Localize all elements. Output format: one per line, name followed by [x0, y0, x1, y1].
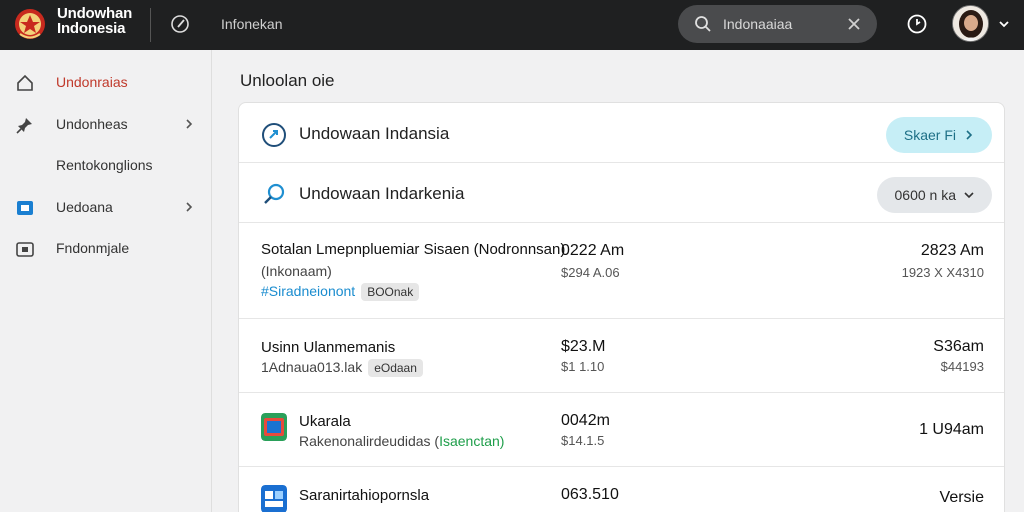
brand-name: Undowhan Indonesia: [57, 6, 132, 36]
section-row[interactable]: Undowaan Indansia Skaer Fi: [239, 103, 1004, 163]
nav-link[interactable]: Infonekan: [221, 16, 283, 32]
chevron-down-icon[interactable]: [998, 18, 1010, 30]
row-name: Ukarala: [299, 413, 351, 430]
sidebar: Undonraias Undonheas Rentokonglions Uedo…: [0, 50, 212, 512]
brand-line-2: Indonesia: [57, 20, 126, 37]
sidebar-item-label: Undonheas: [56, 116, 128, 132]
section-title: Undowaan Indansia: [299, 124, 450, 143]
search-box[interactable]: Indonaaiaa: [678, 5, 877, 43]
sidebar-item-pins[interactable]: Undonheas: [0, 106, 212, 142]
table-row[interactable]: Usinn Ulanmemanis 1Adnaua013.lak eOdaan $…: [239, 319, 1004, 393]
avatar[interactable]: [952, 5, 989, 42]
row-status: Versie: [939, 489, 984, 506]
page-title: Unloolan oie: [240, 71, 335, 90]
sidebar-item-camera[interactable]: Fndonmjale: [0, 230, 212, 266]
pin-icon: [16, 118, 32, 134]
row-subtitle: 1Adnaua013.lak eOdaan: [261, 359, 423, 377]
chevron-down-icon: [964, 192, 974, 199]
row-subtitle-text: Rakenonalirdeudidas (: [299, 433, 440, 449]
brand-line-1: Undowhan: [57, 5, 133, 22]
row-subtitle-highlight: Isaenctan): [439, 433, 505, 449]
button-label: Skaer Fi: [903, 127, 956, 143]
sidebar-item-sub[interactable]: Rentokonglions: [0, 147, 212, 183]
square-icon: [17, 201, 33, 215]
tag-chip: eOdaan: [368, 359, 423, 377]
sidebar-item-label: Fndonmjale: [56, 240, 130, 256]
row-value: 0042m: [561, 412, 610, 429]
filter-dropdown[interactable]: 0600 n ka: [876, 177, 992, 213]
tag-link[interactable]: #Siradneionont: [261, 283, 355, 299]
section-action-button[interactable]: Skaer Fi: [885, 117, 992, 153]
sidebar-item-home[interactable]: Undonraias: [0, 64, 212, 100]
row-total: 2823 Am: [920, 242, 984, 259]
sidebar-item-label: Undonraias: [56, 74, 128, 90]
sidebar-item-label: Uedoana: [56, 199, 113, 215]
home-icon: [17, 74, 33, 91]
row-tags: #Siradneionont BOOnak: [261, 283, 420, 301]
edit-icon[interactable]: [170, 14, 190, 34]
row-value: 063.510: [561, 486, 619, 503]
row-value-sub: $14.1.5: [561, 433, 605, 448]
row-total-sub: 1923 X X4310: [901, 265, 984, 280]
chevron-right-icon: [966, 130, 973, 140]
brand-logo-icon[interactable]: [14, 8, 46, 42]
refresh-icon: [262, 123, 286, 147]
table-row[interactable]: Sotalan Lmepnpluemiar Sisaen (Nodronnsan…: [239, 223, 1004, 319]
search-icon: [264, 183, 285, 204]
app-icon: [261, 485, 287, 512]
top-bar: Undowhan Indonesia Infonekan Indonaaiaa: [0, 0, 1024, 50]
table-row[interactable]: Saranirtahiopornsla 063.510 Versie: [239, 467, 1004, 512]
avatar-image-icon: [953, 6, 988, 41]
row-value: 0222 Am: [561, 242, 625, 259]
search-icon: [695, 16, 711, 32]
table-row[interactable]: Ukarala Rakenonalirdeudidas (Isaenctan) …: [239, 393, 1004, 467]
chevron-right-icon: [186, 202, 193, 212]
sidebar-item-label: Rentokonglions: [56, 157, 153, 173]
row-status: 1 U94am: [919, 421, 984, 438]
close-icon[interactable]: [845, 15, 863, 33]
row-total: S36am: [933, 338, 984, 355]
app-icon: [261, 413, 287, 441]
header-divider: [150, 8, 151, 42]
content-card: Undowaan Indansia Skaer Fi Undowaan Inda…: [238, 102, 1005, 512]
row-subtitle: Rakenonalirdeudidas (Isaenctan): [299, 433, 504, 449]
chevron-right-icon: [186, 119, 193, 129]
row-subtitle: (Inkonaam): [261, 263, 332, 279]
row-name: Sotalan Lmepnpluemiar Sisaen (Nodronnsan…: [261, 241, 566, 258]
tag-chip: BOOnak: [361, 283, 420, 301]
clock-icon[interactable]: [906, 13, 928, 35]
section-title: Undowaan Indarkenia: [299, 184, 465, 203]
sidebar-item-media[interactable]: Uedoana: [0, 189, 212, 225]
row-total-sub: $44193: [940, 359, 984, 374]
row-name: Saranirtahiopornsla: [299, 487, 430, 504]
search-input[interactable]: Indonaaiaa: [723, 16, 792, 32]
section-row[interactable]: Undowaan Indarkenia 0600 n ka: [239, 163, 1004, 223]
dropdown-label: 0600 n ka: [894, 187, 957, 203]
row-name: Usinn Ulanmemanis: [261, 339, 396, 356]
row-subtitle-text: 1Adnaua013.lak: [261, 359, 363, 375]
row-value-sub: $294 A.06: [561, 265, 620, 280]
row-value-sub: $1 1.10: [561, 359, 605, 374]
row-value: $23.M: [561, 338, 606, 355]
camera-icon: [16, 242, 34, 257]
